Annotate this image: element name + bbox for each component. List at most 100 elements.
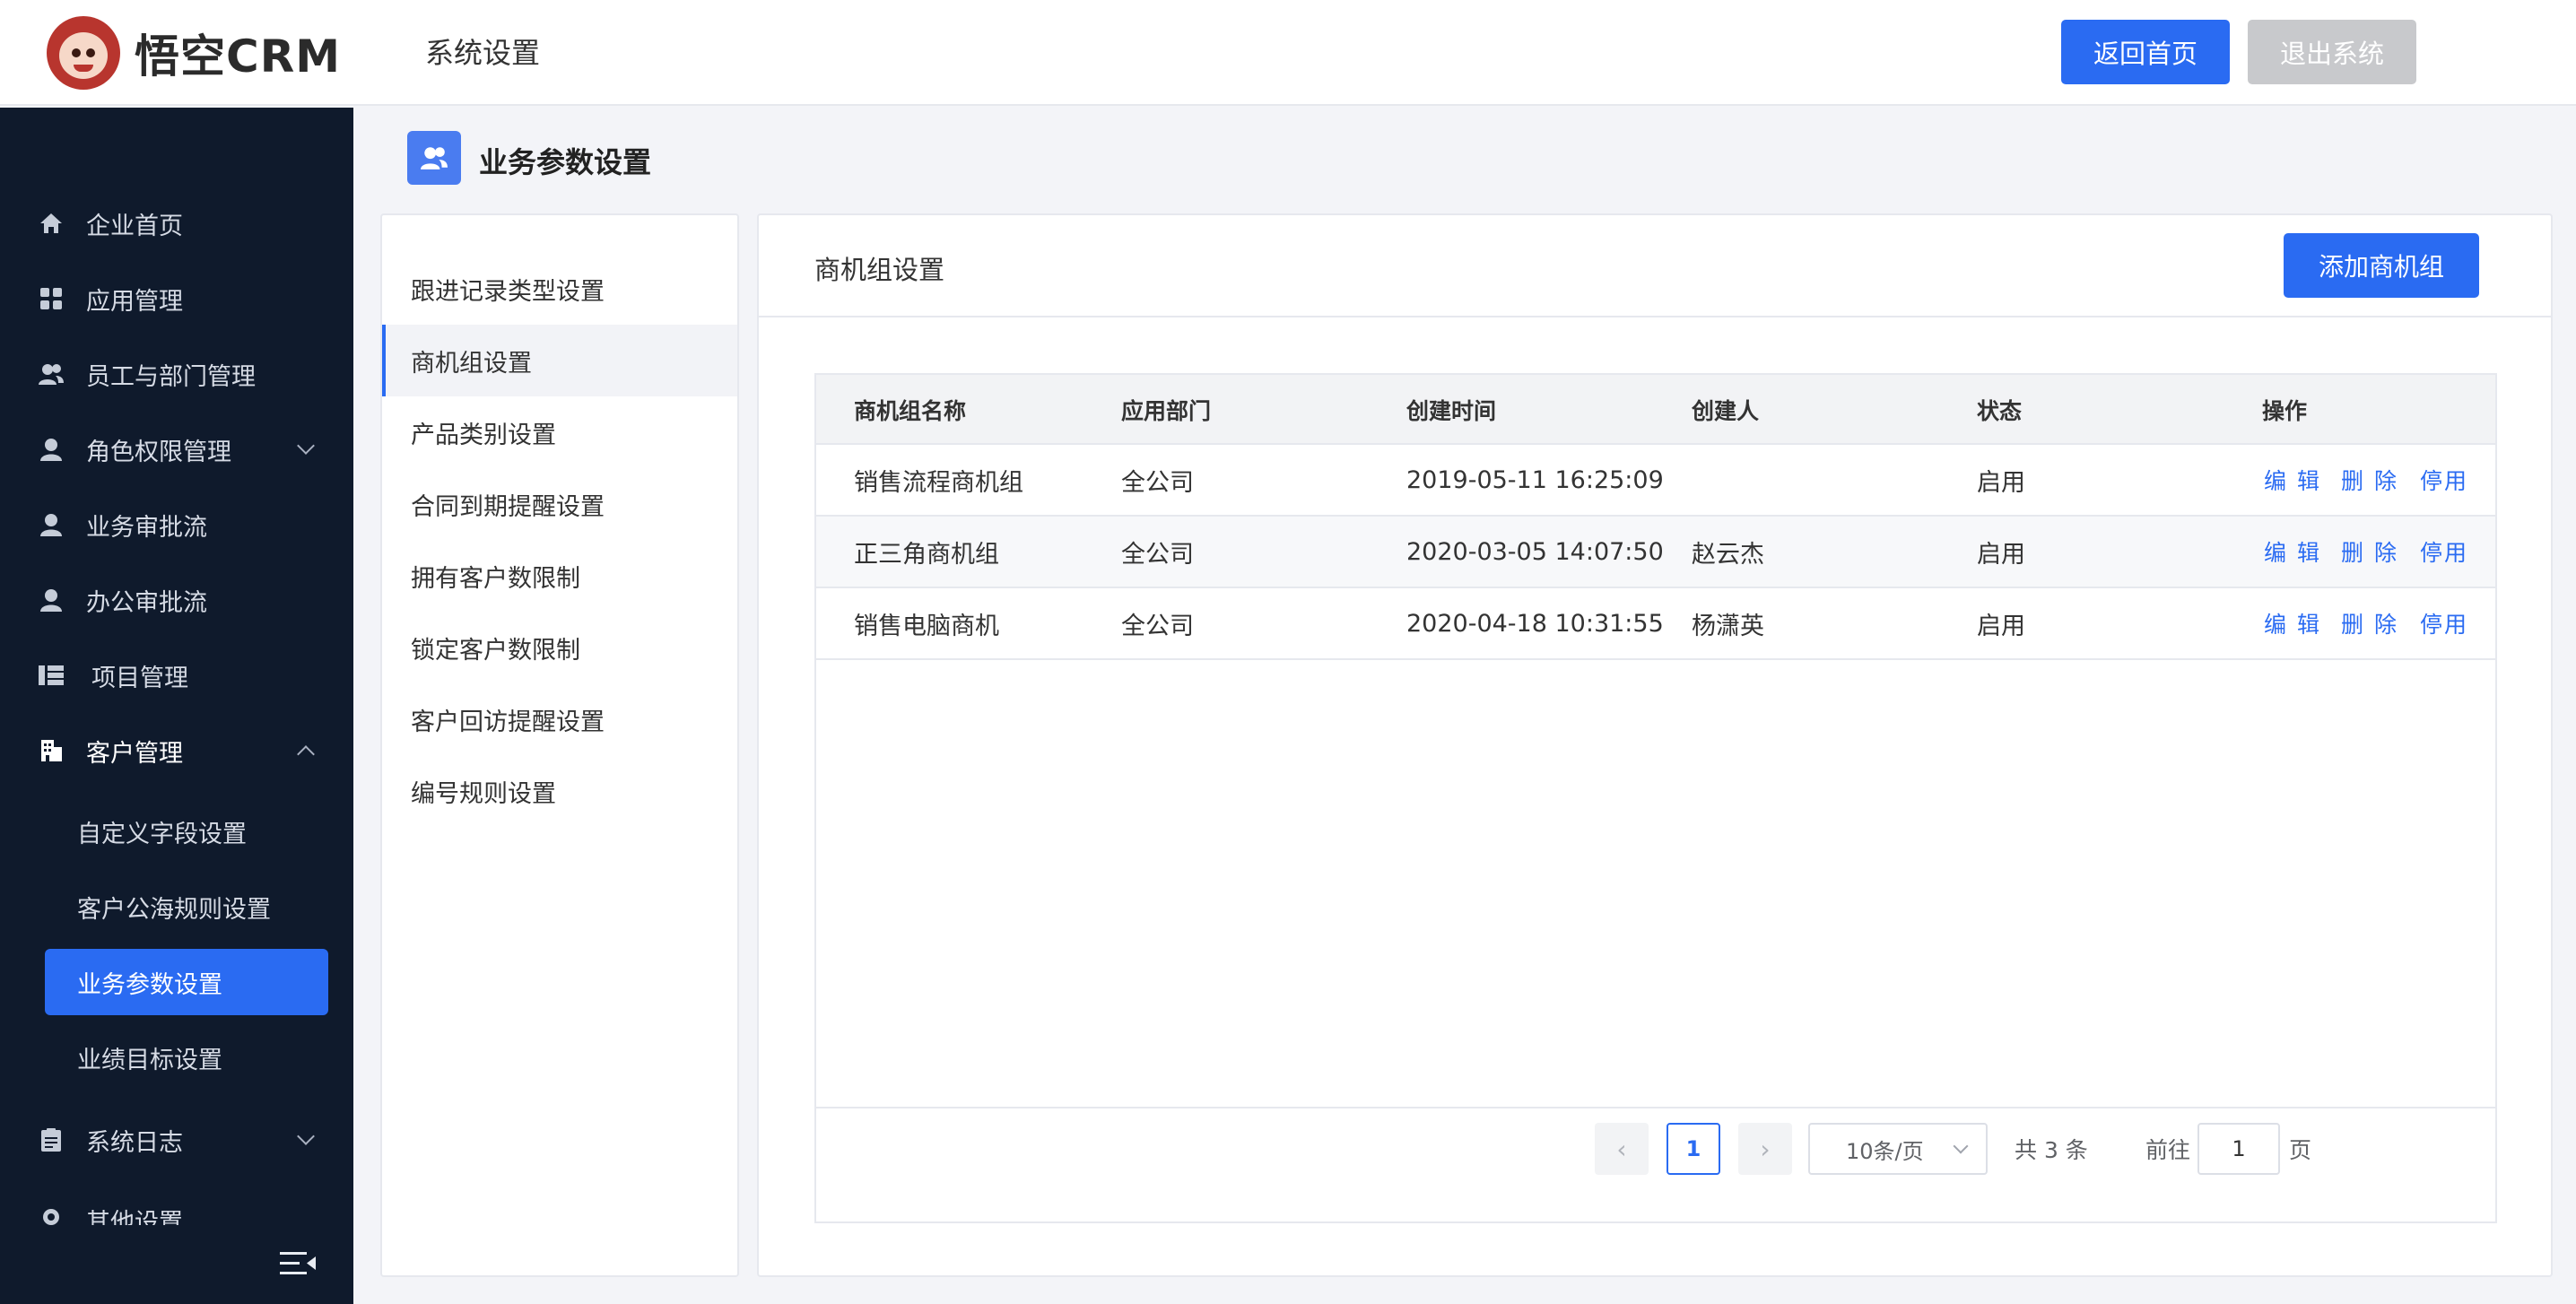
disable-link[interactable]: 停用 xyxy=(2420,517,2468,587)
sidebar-item-office-approval[interactable]: 办公审批流 xyxy=(0,569,353,631)
project-icon xyxy=(38,662,65,689)
cell-creator: 赵云杰 xyxy=(1692,540,1764,569)
menu-item-follow-up-types[interactable]: 跟进记录类型设置 xyxy=(382,253,737,325)
logo-text: 悟空CRM xyxy=(135,30,341,83)
add-opportunity-group-button[interactable]: 添加商机组 xyxy=(2284,233,2479,298)
sidebar-item-label: 办公审批流 xyxy=(86,588,207,617)
page-title: 业务参数设置 xyxy=(479,145,652,179)
apps-icon xyxy=(38,285,65,312)
panel-title: 商机组设置 xyxy=(814,255,945,285)
menu-item-numbering-rules[interactable]: 编号规则设置 xyxy=(382,755,737,827)
collapse-menu-icon[interactable] xyxy=(280,1250,318,1277)
chevron-down-icon xyxy=(1953,1138,1969,1154)
sidebar-subitem-public-pool-rules[interactable]: 客户公海规则设置 xyxy=(45,874,328,940)
sidebar-item-label: 其他设置 xyxy=(86,1209,183,1225)
cell-dept: 全公司 xyxy=(1121,540,1194,569)
pagination: ‹ 1 › 10条/页 共 3 条 前往 页 xyxy=(816,1107,2495,1221)
cell-status: 启用 xyxy=(1977,468,2025,497)
sidebar-item-label: 角色权限管理 xyxy=(86,438,231,466)
opportunity-group-table: 商机组名称 应用部门 创建时间 创建人 状态 操作 销售流程商机组 全公司 20… xyxy=(814,373,2497,1223)
sidebar-item-label: 项目管理 xyxy=(91,664,188,692)
column-header: 状态 xyxy=(1977,398,2023,424)
monkey-logo-icon xyxy=(47,16,120,90)
goto-page-input[interactable] xyxy=(2197,1123,2280,1175)
disable-link[interactable]: 停用 xyxy=(2420,445,2468,515)
log-icon xyxy=(38,1126,65,1153)
column-header: 创建人 xyxy=(1692,398,1760,424)
table-row: 销售流程商机组 全公司 2019-05-11 16:25:09 启用 编 辑 删… xyxy=(816,445,2495,517)
table-row: 销售电脑商机 全公司 2020-04-18 10:31:55 杨潇英 启用 编 … xyxy=(816,588,2495,660)
table-header: 商机组名称 应用部门 创建时间 创建人 状态 操作 xyxy=(816,375,2495,445)
cell-dept: 全公司 xyxy=(1121,468,1194,497)
prev-page-button[interactable]: ‹ xyxy=(1595,1123,1649,1175)
sidebar-item-label: 客户管理 xyxy=(86,739,183,768)
menu-item-product-categories[interactable]: 产品类别设置 xyxy=(382,396,737,468)
table-row: 正三角商机组 全公司 2020-03-05 14:07:50 赵云杰 启用 编 … xyxy=(816,517,2495,588)
sidebar-item-system-log[interactable]: 系统日志 xyxy=(0,1108,353,1171)
cell-name: 销售流程商机组 xyxy=(854,468,1023,497)
sidebar-item-label: 业务审批流 xyxy=(86,513,207,542)
page-size-select[interactable]: 10条/页 xyxy=(1808,1123,1988,1175)
goto-label: 前往 xyxy=(2145,1137,2191,1163)
next-page-button[interactable]: › xyxy=(1738,1123,1792,1175)
building-icon xyxy=(38,737,65,764)
delete-link[interactable]: 删 除 xyxy=(2341,445,2398,515)
total-count: 共 3 条 xyxy=(2015,1137,2088,1163)
users-icon xyxy=(38,361,65,387)
edit-link[interactable]: 编 辑 xyxy=(2264,517,2321,587)
menu-item-contract-expiry-reminder[interactable]: 合同到期提醒设置 xyxy=(382,468,737,540)
settings-menu: 跟进记录类型设置 商机组设置 产品类别设置 合同到期提醒设置 拥有客户数限制 锁… xyxy=(380,213,739,1277)
settings-icon xyxy=(38,1204,65,1225)
chevron-down-icon xyxy=(297,437,315,455)
sidebar-item-role-permission[interactable]: 角色权限管理 xyxy=(0,418,353,481)
column-header: 应用部门 xyxy=(1121,398,1212,424)
cell-status: 启用 xyxy=(1977,540,2025,569)
return-home-button[interactable]: 返回首页 xyxy=(2061,20,2230,84)
sidebar-item-other-settings[interactable]: 其他设置 xyxy=(0,1180,353,1225)
menu-item-locked-customer-limit[interactable]: 锁定客户数限制 xyxy=(382,612,737,683)
panel-header: 商机组设置 添加商机组 xyxy=(759,215,2551,317)
home-icon xyxy=(38,210,65,237)
chevron-down-icon xyxy=(297,1127,315,1145)
chevron-up-icon xyxy=(297,745,315,763)
column-header: 创建时间 xyxy=(1406,398,1497,424)
cell-creator: 杨潇英 xyxy=(1692,612,1764,640)
edit-link[interactable]: 编 辑 xyxy=(2264,445,2321,515)
page-size-value: 10条/页 xyxy=(1846,1138,1924,1164)
cell-name: 正三角商机组 xyxy=(854,540,999,569)
delete-link[interactable]: 删 除 xyxy=(2341,517,2398,587)
sidebar-subitem-business-params[interactable]: 业务参数设置 xyxy=(45,949,328,1015)
sidebar-item-app-management[interactable]: 应用管理 xyxy=(0,267,353,330)
role-icon xyxy=(38,436,65,463)
sidebar-subitem-performance-targets[interactable]: 业绩目标设置 xyxy=(45,1024,328,1091)
sidebar-item-enterprise-home[interactable]: 企业首页 xyxy=(0,192,353,255)
cell-created: 2020-03-05 14:07:50 xyxy=(1406,537,1664,566)
person-icon xyxy=(38,511,65,538)
page-number-button[interactable]: 1 xyxy=(1667,1123,1720,1175)
header-title: 系统设置 xyxy=(425,36,541,70)
edit-link[interactable]: 编 辑 xyxy=(2264,588,2321,658)
sidebar-item-customer-management[interactable]: 客户管理 xyxy=(0,719,353,782)
menu-item-opportunity-groups[interactable]: 商机组设置 xyxy=(382,325,737,396)
sidebar-item-label: 应用管理 xyxy=(86,287,183,316)
sidebar-item-staff-department[interactable]: 员工与部门管理 xyxy=(0,343,353,405)
sidebar-item-business-approval[interactable]: 业务审批流 xyxy=(0,493,353,556)
cell-created: 2020-04-18 10:31:55 xyxy=(1406,609,1664,638)
delete-link[interactable]: 删 除 xyxy=(2341,588,2398,658)
sidebar-item-project-management[interactable]: 项目管理 xyxy=(0,644,353,707)
cell-dept: 全公司 xyxy=(1121,612,1194,640)
top-header: 悟空CRM 系统设置 返回首页 退出系统 xyxy=(0,0,2576,106)
column-header: 操作 xyxy=(2262,398,2308,424)
cell-status: 启用 xyxy=(1977,612,2025,640)
logo[interactable]: 悟空CRM xyxy=(47,16,341,90)
disable-link[interactable]: 停用 xyxy=(2420,588,2468,658)
sidebar-subitem-custom-fields[interactable]: 自定义字段设置 xyxy=(45,798,328,865)
cell-name: 销售电脑商机 xyxy=(854,612,999,640)
main-panel: 商机组设置 添加商机组 商机组名称 应用部门 创建时间 创建人 状态 操作 销售… xyxy=(757,213,2553,1277)
menu-item-owned-customer-limit[interactable]: 拥有客户数限制 xyxy=(382,540,737,612)
logout-button[interactable]: 退出系统 xyxy=(2248,20,2416,84)
sidebar-item-label: 系统日志 xyxy=(86,1128,183,1157)
cell-created: 2019-05-11 16:25:09 xyxy=(1406,465,1664,494)
sidebar-item-label: 员工与部门管理 xyxy=(86,362,256,391)
menu-item-revisit-reminder[interactable]: 客户回访提醒设置 xyxy=(382,683,737,755)
